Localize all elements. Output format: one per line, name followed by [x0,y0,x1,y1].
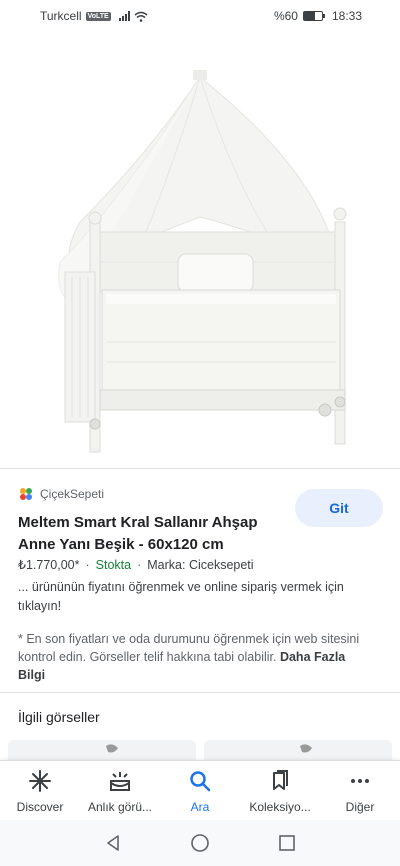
home-icon[interactable] [190,833,210,853]
result-description: ... ürününün fiyatını öğrenmek ve online… [18,580,344,613]
ciceksepeti-logo-icon [20,488,32,500]
clock: 18:33 [331,9,362,23]
nav-collections[interactable]: Koleksiyo... [240,761,320,820]
battery-percent: %60 [273,9,298,23]
network-badge: VoLTE [85,11,111,21]
related-images-heading: İlgili görseller [18,709,100,725]
stock-status: Stokta [95,557,132,572]
separator-dot: · [85,557,90,572]
collections-icon [273,770,288,790]
carrier-name: Turkcell [40,9,82,23]
source-name: ÇiçekSepeti [40,487,105,501]
updates-icon [110,772,130,791]
nav-discover[interactable]: Discover [0,761,80,820]
divider [0,468,400,469]
divider [0,692,400,693]
more-icon [351,779,369,783]
nav-updates[interactable]: Anlık görü... [80,761,160,820]
search-icon [190,771,211,792]
result-meta: ₺1.770,00* · Stokta · Marka: Ciceksepeti [18,557,254,573]
go-button[interactable]: Git [295,489,383,527]
source-row[interactable]: ÇiçekSepeti [18,486,104,502]
price: ₺1.770,00* [18,558,80,572]
battery-level [303,12,315,20]
status-bar: Turkcell VoLTE %60 18:33 [0,0,400,32]
separator-dot: · [137,557,142,572]
nav-label: Ara [190,800,210,814]
wifi-icon [134,11,148,22]
result-title[interactable]: Meltem Smart Kral Sallanır Ahşap Anne Ya… [18,512,298,556]
nav-label: Discover [16,800,64,814]
nav-more[interactable]: Diğer [320,761,400,820]
nav-label: Koleksiyo... [249,800,311,814]
back-icon[interactable] [104,834,122,852]
brand: Marka: Ciceksepeti [147,557,254,572]
signal-icon [118,11,130,21]
system-navigation-bar [0,820,400,866]
nav-label: Anlık görü... [87,800,153,814]
asterisk-icon [29,770,51,792]
disclaimer-note: * En son fiyatları ve oda durumunu öğren… [18,630,368,684]
nav-label: Diğer [345,800,375,814]
bottom-navigation: Discover Anlık görü... Ara Koleksiyo... … [0,760,400,820]
crib-illustration [58,70,347,453]
product-image[interactable] [0,32,400,468]
recents-icon[interactable] [278,834,296,852]
nav-search[interactable]: Ara [160,761,240,820]
battery-icon [302,11,325,21]
